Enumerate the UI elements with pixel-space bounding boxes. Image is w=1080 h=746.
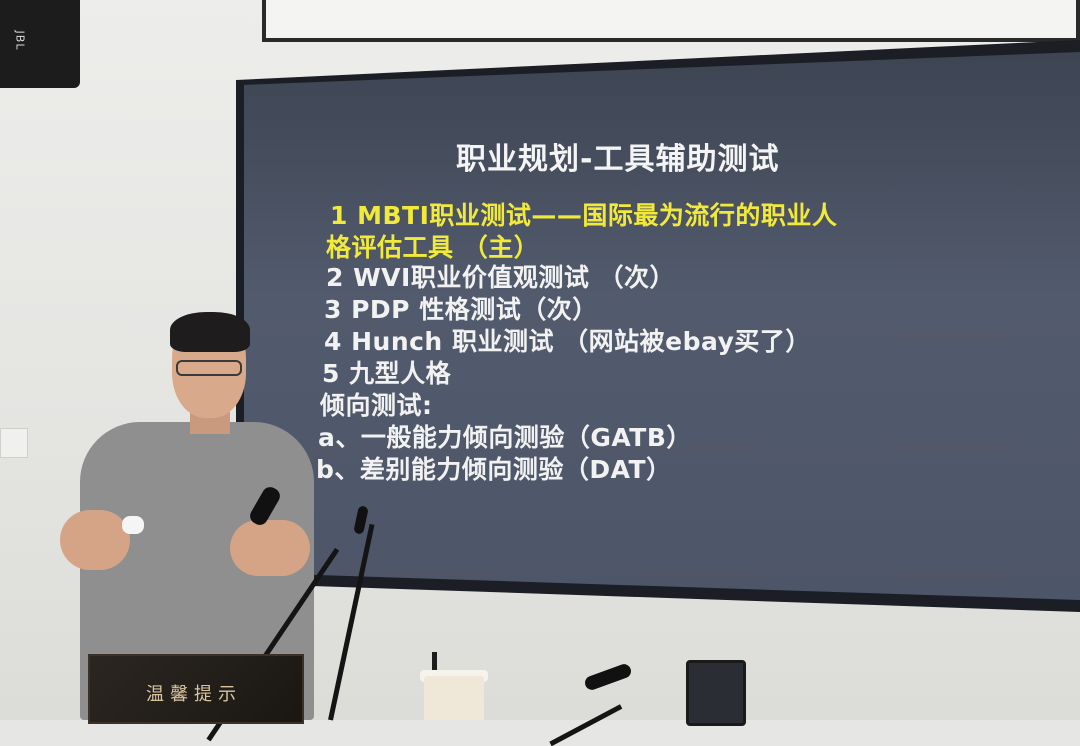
presenter-glasses bbox=[176, 360, 242, 376]
whiteboard bbox=[262, 0, 1080, 42]
wall-switch bbox=[0, 428, 28, 458]
slide-line-9: b、差别能力倾向测验（DAT） bbox=[316, 455, 672, 484]
slide-line-3: 2 WVI职业价值观测试 （次） bbox=[326, 263, 676, 292]
slide-line-4: 3 PDP 性格测试（次） bbox=[324, 295, 598, 324]
speaker-logo: JBL bbox=[13, 30, 27, 51]
slide-line-1: 1 MBTI职业测试——国际最为流行的职业人 bbox=[330, 201, 838, 230]
presenter-right-hand bbox=[230, 520, 310, 576]
slide-line-5: 4 Hunch 职业测试 （网站被ebay买了） bbox=[324, 327, 811, 356]
slide-line-6: 5 九型人格 bbox=[322, 359, 452, 388]
desk-sign-text: 温馨提示 bbox=[146, 684, 242, 705]
presenter-left-hand bbox=[60, 510, 130, 570]
wall-speaker: JBL bbox=[0, 0, 80, 88]
desk-sign: 温馨提示 bbox=[88, 654, 304, 724]
slide-line-7: 倾向测试: bbox=[320, 391, 433, 420]
drink-cup bbox=[424, 676, 484, 720]
presentation-clicker bbox=[122, 516, 144, 534]
presenter-hair bbox=[170, 312, 250, 352]
slide-line-8: a、一般能力倾向测验（GATB） bbox=[318, 423, 692, 452]
slide-title: 职业规划-工具辅助测试 bbox=[456, 142, 780, 177]
laptop bbox=[686, 660, 746, 726]
